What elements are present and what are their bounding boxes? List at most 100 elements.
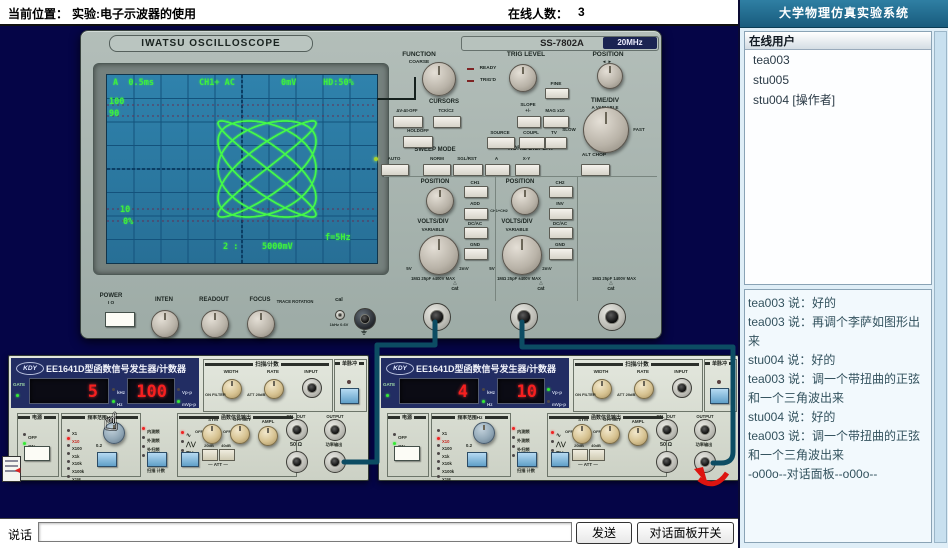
att-40db-button[interactable] bbox=[219, 449, 235, 461]
ch1-position-label: POSITION bbox=[411, 179, 459, 186]
ch1-gnd-label: GND bbox=[464, 242, 486, 247]
range-dial-label: 0.2 bbox=[93, 443, 105, 448]
ch1-dcac-button[interactable] bbox=[464, 227, 488, 239]
att-40db-button[interactable] bbox=[589, 449, 605, 461]
sym-knob[interactable] bbox=[202, 424, 222, 444]
waveform-button[interactable] bbox=[551, 452, 569, 467]
ch2-voltsdiv-knob[interactable] bbox=[502, 235, 542, 275]
ch1-input-bnc[interactable] bbox=[423, 303, 451, 331]
chat-message: tea003 说：调一个带扭曲的正弦和一个三角波出来 bbox=[748, 370, 928, 408]
panel-shortcut-icon[interactable]: ◄ bbox=[2, 456, 21, 482]
panel-toggle-button[interactable]: 对话面板开关 bbox=[637, 522, 734, 544]
holdoff-label: HOLDOFF bbox=[401, 128, 435, 133]
ch1-voltsdiv-knob[interactable] bbox=[419, 235, 459, 275]
sweep-rate-knob[interactable] bbox=[634, 379, 654, 399]
ch2-position-knob[interactable] bbox=[511, 187, 539, 215]
generator-logo: KDY bbox=[386, 362, 414, 375]
mag-button[interactable] bbox=[543, 116, 569, 128]
readout-100: 100 bbox=[109, 97, 124, 107]
inten-knob[interactable] bbox=[151, 310, 179, 338]
power-out-bnc[interactable] bbox=[324, 451, 346, 473]
a-button[interactable] bbox=[485, 164, 510, 176]
trig-level-knob[interactable] bbox=[509, 64, 537, 92]
pulse-button[interactable] bbox=[710, 388, 729, 404]
att-20db-button[interactable] bbox=[202, 449, 218, 461]
ch1-button[interactable] bbox=[464, 186, 488, 198]
chat-input[interactable] bbox=[38, 522, 572, 542]
alt-chop-button[interactable] bbox=[581, 164, 610, 176]
ttl-out-bnc-center bbox=[662, 425, 672, 435]
auto-button[interactable] bbox=[381, 164, 409, 176]
slope-button[interactable] bbox=[517, 116, 541, 128]
ttl-out-bnc[interactable] bbox=[656, 419, 678, 441]
power-out-bnc[interactable] bbox=[694, 451, 716, 473]
ttl-out-bnc[interactable] bbox=[286, 419, 308, 441]
add-button[interactable] bbox=[464, 208, 488, 220]
mode-button[interactable] bbox=[147, 452, 167, 467]
counter-input-bnc[interactable] bbox=[672, 378, 692, 398]
function-knob[interactable] bbox=[422, 62, 456, 96]
sweep-rate-knob[interactable] bbox=[264, 379, 284, 399]
output-bnc[interactable] bbox=[324, 419, 346, 441]
range-button[interactable] bbox=[467, 452, 487, 467]
ch2-button[interactable] bbox=[549, 186, 573, 198]
norm-button[interactable] bbox=[423, 164, 451, 176]
power-button[interactable] bbox=[105, 312, 135, 327]
focus-knob[interactable] bbox=[247, 310, 275, 338]
single-pulse-header-text: 单脉冲 bbox=[340, 360, 359, 367]
function-out-bnc[interactable] bbox=[286, 451, 308, 473]
source-button[interactable] bbox=[487, 137, 515, 149]
att-20db-button[interactable] bbox=[572, 449, 588, 461]
dv-dt-off-button[interactable] bbox=[393, 116, 423, 128]
ch1-position-knob[interactable] bbox=[426, 187, 454, 215]
ch2-dcac-button[interactable] bbox=[549, 227, 573, 239]
inv-button[interactable] bbox=[549, 208, 573, 220]
sgl-rst-button[interactable] bbox=[453, 164, 483, 176]
power-button[interactable] bbox=[394, 446, 420, 461]
oscilloscope: IWATSU OSCILLOSCOPE SS-7802A 20MHz A 0.5… bbox=[80, 30, 662, 339]
chat-message: tea003 说：好的 bbox=[748, 294, 928, 313]
offset-knob[interactable] bbox=[600, 424, 620, 444]
function-out-bnc[interactable] bbox=[656, 451, 678, 473]
mode-button[interactable] bbox=[517, 452, 537, 467]
location-value: 实验:电子示波器的使用 bbox=[72, 5, 196, 22]
output-bnc[interactable] bbox=[694, 419, 716, 441]
freq-dial-knob[interactable] bbox=[473, 422, 495, 444]
single-pulse-header: 单脉冲 bbox=[705, 360, 734, 367]
waveform-button[interactable] bbox=[181, 452, 199, 467]
ampl-knob[interactable] bbox=[628, 426, 648, 446]
power-header: 电源 bbox=[388, 414, 426, 421]
att-caption: — ATT — bbox=[571, 462, 605, 467]
coupl-button[interactable] bbox=[519, 137, 545, 149]
power-button[interactable] bbox=[24, 446, 50, 461]
offset-knob[interactable] bbox=[230, 424, 250, 444]
focus-label: FOCUS bbox=[241, 297, 279, 304]
pulse-button[interactable] bbox=[340, 388, 359, 404]
cal-bnc[interactable] bbox=[354, 308, 376, 330]
top-status-bar: 当前位置： 实验:电子示波器的使用 在线人数： 3 bbox=[0, 0, 738, 26]
sym-knob[interactable] bbox=[572, 424, 592, 444]
ampl-knob[interactable] bbox=[258, 426, 278, 446]
panel-scrollbar[interactable] bbox=[934, 31, 947, 543]
generator-title: EE1641D型函数信号发生器/计数器 bbox=[46, 362, 200, 375]
ch2-gnd-button[interactable] bbox=[549, 248, 573, 260]
amp-unit-mvpp: mVp-p bbox=[547, 393, 566, 411]
holdoff-button[interactable] bbox=[403, 136, 433, 148]
send-button[interactable]: 发送 bbox=[576, 522, 632, 544]
range-button[interactable] bbox=[97, 452, 117, 467]
readout-knob[interactable] bbox=[201, 310, 229, 338]
ch1-gnd-button[interactable] bbox=[464, 248, 488, 260]
readout-ch2-prefix: 2 : bbox=[223, 242, 238, 252]
ext-input-bnc[interactable] bbox=[598, 303, 626, 331]
sgl-rst-label: SGL/RST bbox=[452, 156, 482, 161]
cal-mini-bnc[interactable] bbox=[335, 310, 345, 320]
position-top-knob[interactable] bbox=[597, 63, 623, 89]
timediv-knob[interactable] bbox=[583, 107, 629, 153]
amp-unit-mvpp-text: mVp-p bbox=[182, 402, 196, 407]
ch2-input-bnc[interactable] bbox=[510, 303, 538, 331]
xy-button[interactable] bbox=[515, 164, 540, 176]
tck-c2-button[interactable] bbox=[433, 116, 461, 128]
counter-input-bnc[interactable] bbox=[302, 378, 322, 398]
tv-button[interactable] bbox=[545, 137, 567, 149]
fine-button[interactable] bbox=[545, 88, 569, 99]
